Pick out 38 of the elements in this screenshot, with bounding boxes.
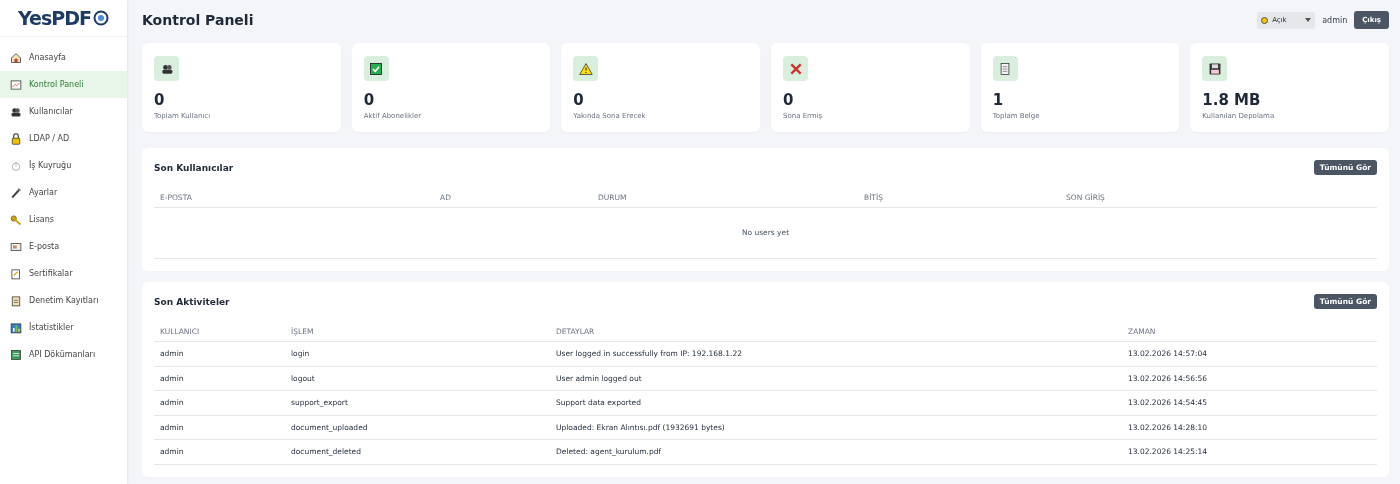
logo-icon — [92, 10, 109, 26]
sidebar-item[interactable]: İstatistikler — [0, 314, 127, 341]
bar-chart-icon — [10, 321, 22, 334]
chart-icon — [10, 78, 22, 91]
stopwatch-icon — [10, 159, 22, 172]
sidebar-item[interactable]: LDAP / AD — [0, 125, 127, 152]
stat-value: 0 — [154, 91, 166, 109]
panel-title: Son Aktiviteler — [154, 296, 230, 307]
stat-value: 0 — [573, 91, 585, 109]
logo-text: YesPDF — [18, 7, 91, 29]
cross-icon — [783, 56, 808, 81]
people-icon — [154, 56, 179, 81]
clipboard-icon — [10, 294, 22, 307]
sidebar-item[interactable]: Denetim Kayıtları — [0, 287, 127, 314]
warning-icon — [573, 56, 599, 81]
checkbox-icon — [363, 56, 389, 81]
people-icon — [10, 105, 22, 118]
key-icon — [10, 213, 22, 226]
stat-value: 1.8 MB — [1202, 91, 1262, 109]
document-icon — [992, 56, 1018, 81]
house-icon — [10, 51, 22, 64]
sidebar-item[interactable]: Ayarlar — [0, 179, 127, 206]
panel-title: Son Kullanıcılar — [154, 162, 234, 173]
page-title: Kontrol Paneli — [142, 12, 255, 28]
stat-value: 1 — [992, 91, 1005, 109]
sidebar-item[interactable]: Sertifikalar — [0, 260, 127, 287]
username: admin — [1322, 15, 1348, 25]
stat-value: 0 — [363, 91, 376, 109]
sidebar-item[interactable]: E-posta — [0, 233, 127, 260]
sidebar-item[interactable]: Lisans — [0, 206, 127, 233]
sidebar-item[interactable]: Kontrol Paneli — [0, 71, 127, 98]
padlock-icon — [10, 132, 22, 145]
sidebar-item[interactable]: Anasayfa — [0, 44, 127, 71]
stat-value: 0 — [783, 91, 795, 109]
caret-icon — [1305, 18, 1312, 22]
sidebar-item[interactable]: İş Kuyruğu — [0, 152, 127, 179]
sidebar-item[interactable]: Kullanıcılar — [0, 98, 127, 125]
sidebar-item[interactable]: API Dökümanları — [0, 341, 127, 368]
